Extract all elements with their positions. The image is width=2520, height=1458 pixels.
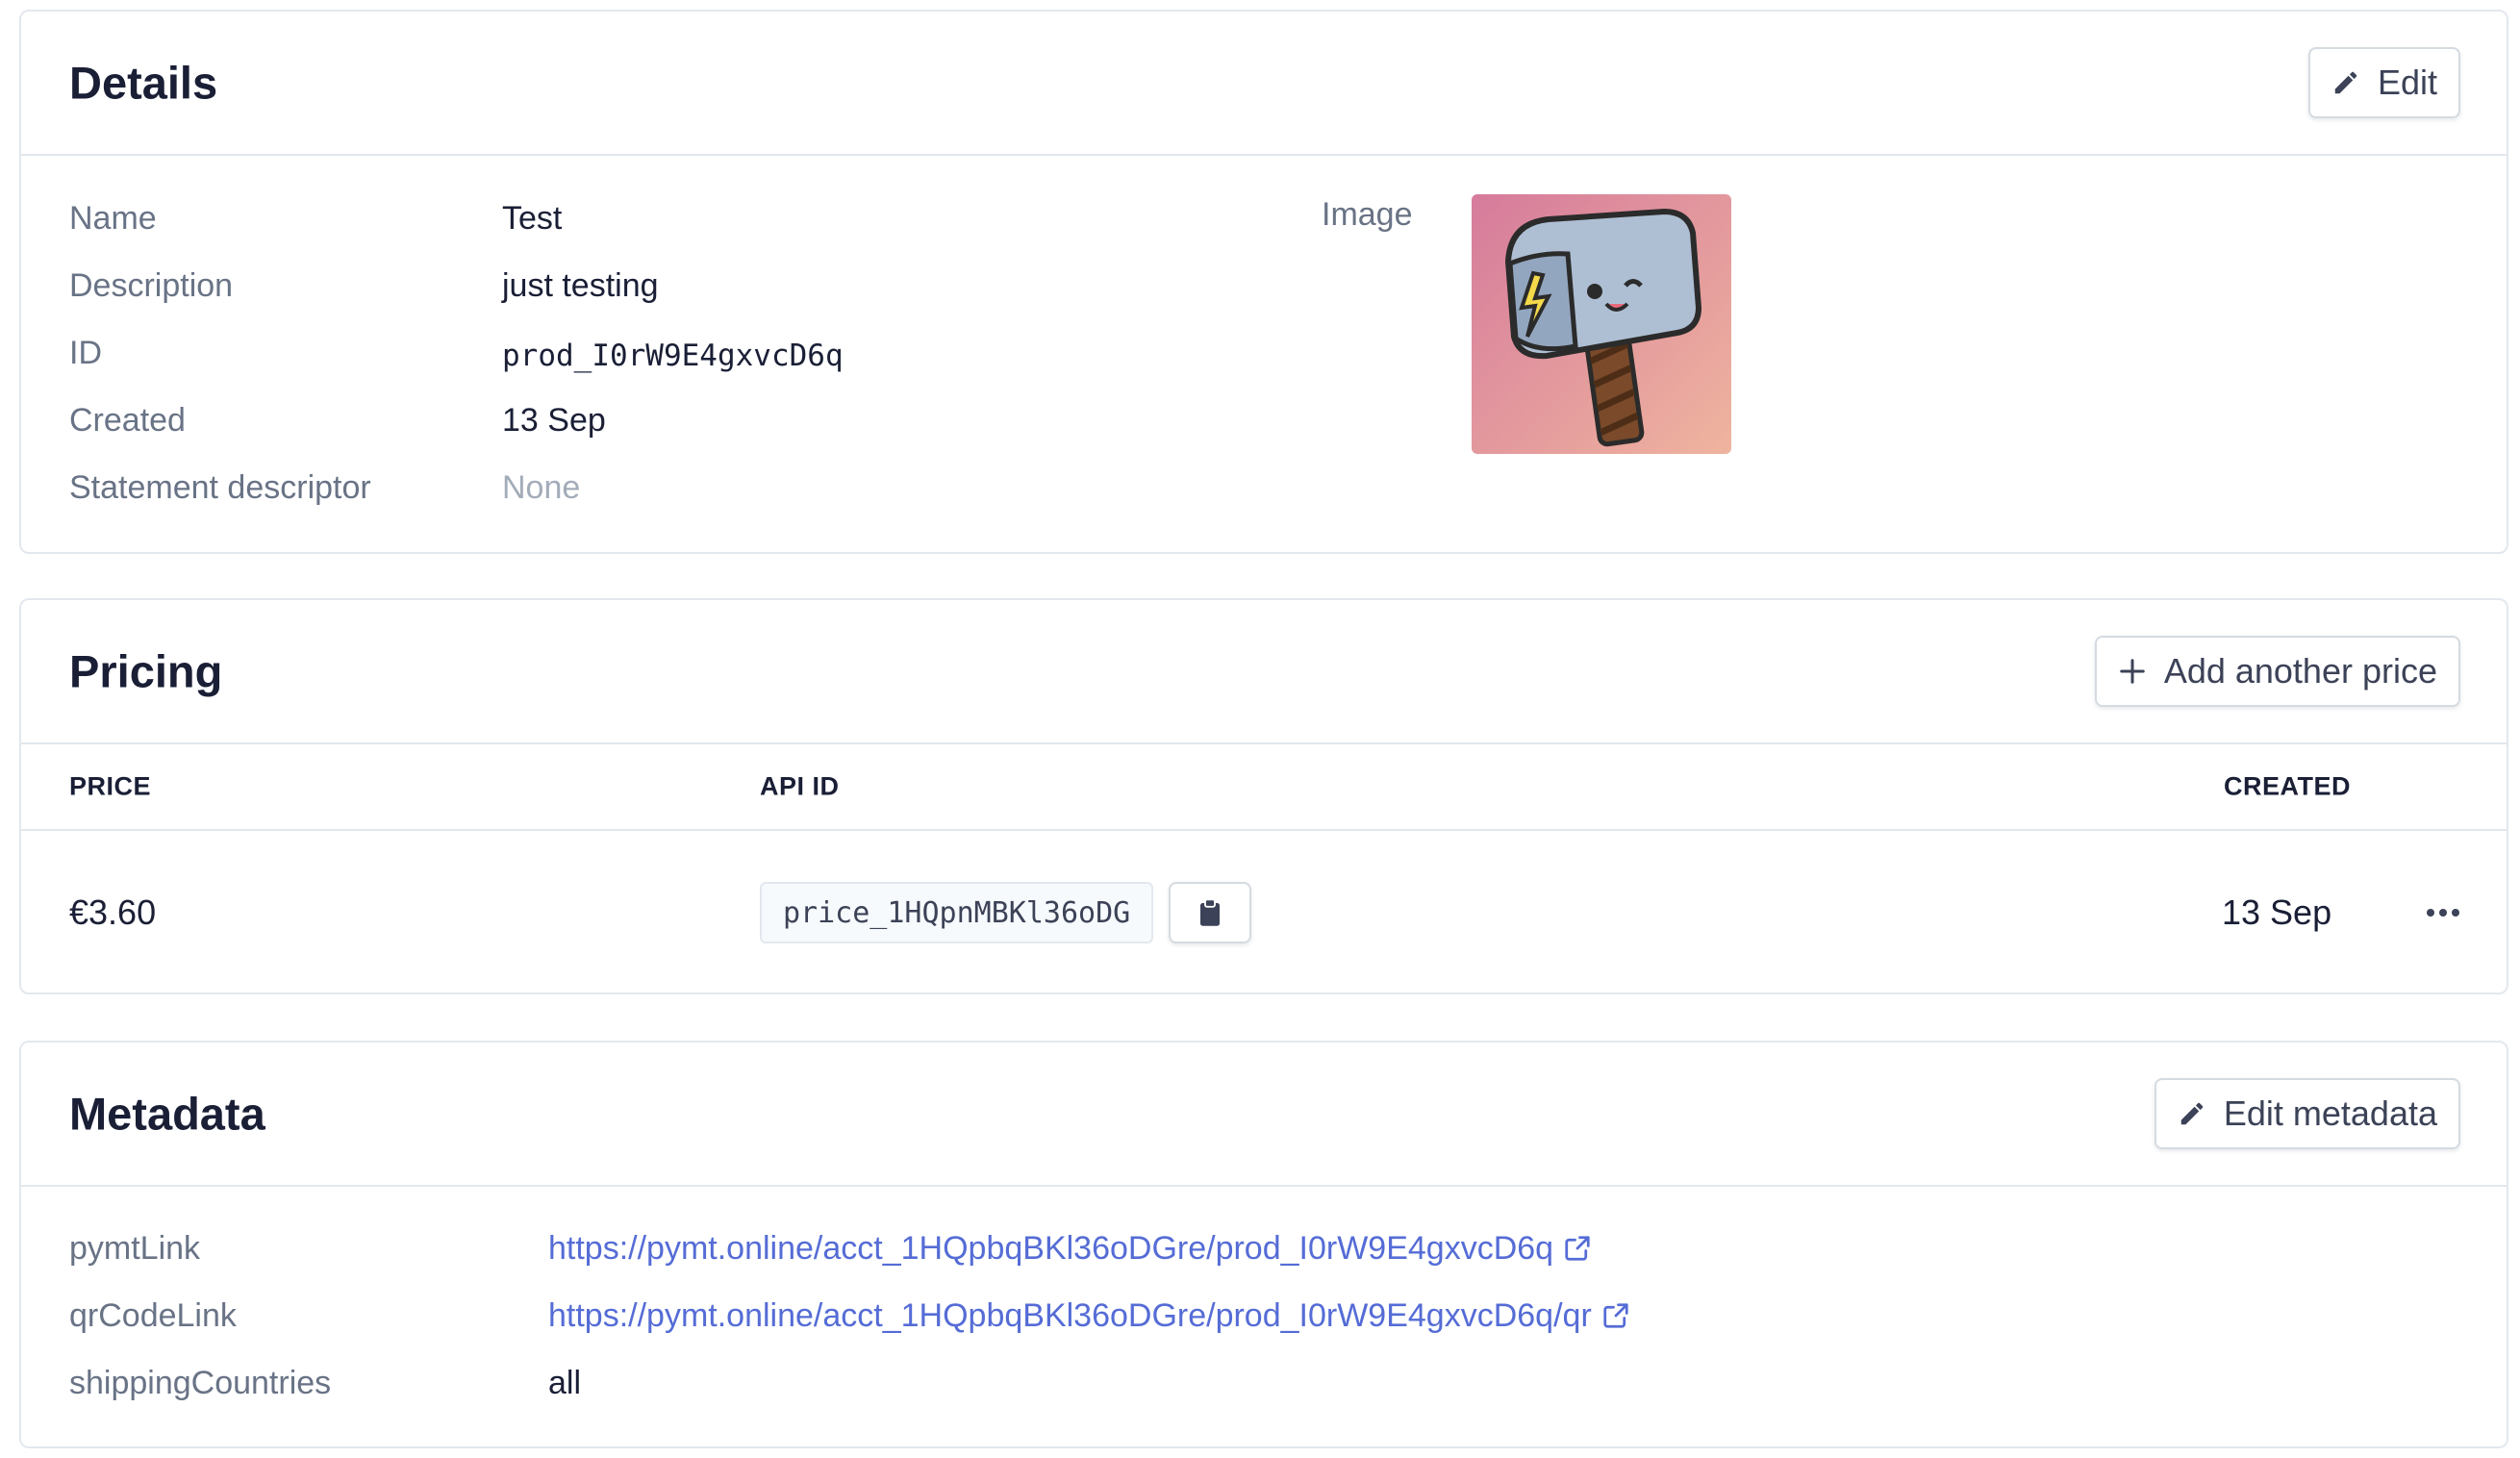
pricing-table-header: PRICE API ID CREATED [21,744,2507,831]
metadata-card: Metadata Edit metadata pymtLink https://… [19,1041,2508,1448]
edit-button-label: Edit [2377,63,2437,102]
id-value: prod_I0rW9E4gxvcD6q [502,339,844,373]
details-title: Details [69,57,218,109]
column-created: CREATED [2224,771,2352,801]
image-label: Image [1322,196,1413,233]
external-link-icon [1603,1303,1628,1328]
pymtlink-link[interactable]: https://pymt.online/acct_1HQpbqBKl36oDGr… [548,1230,1553,1268]
metadata-row-pymtlink: pymtLink https://pymt.online/acct_1HQpbq… [21,1219,2507,1277]
add-another-price-button[interactable]: Add another price [2094,636,2460,707]
metadata-value: all [548,1364,582,1401]
more-actions-icon[interactable] [2405,889,2482,937]
add-another-price-label: Add another price [2163,651,2437,691]
metadata-row-qrcodelink: qrCodeLink https://pymt.online/acct_1HQp… [21,1287,2507,1345]
edit-metadata-label: Edit metadata [2223,1094,2437,1133]
statement-descriptor-label: Statement descriptor [69,469,371,506]
table-row[interactable]: €3.60 price_1HQpnMBKl36oDG 13 Sep [21,833,2507,993]
pencil-icon [2180,1102,2204,1125]
column-price: PRICE [69,771,152,801]
hammer-mascot-image [1472,194,1731,454]
copy-api-id-button[interactable] [1169,882,1251,943]
metadata-header: Metadata Edit metadata [21,1043,2507,1187]
details-card: Details Edit Name Test Description just … [19,10,2508,554]
metadata-title: Metadata [69,1088,265,1140]
clipboard-icon [1200,898,1220,926]
qrcodelink-link[interactable]: https://pymt.online/acct_1HQpbqBKl36oDGr… [548,1297,1592,1335]
id-label: ID [69,335,102,371]
description-value: just testing [502,267,659,304]
edit-button[interactable]: Edit [2307,47,2460,118]
description-label: Description [69,267,234,304]
column-api-id: API ID [760,771,840,801]
price-value: €3.60 [69,892,157,932]
pencil-icon [2334,71,2357,94]
statement-descriptor-value: None [502,469,581,506]
created-date: 13 Sep [2222,892,2332,932]
product-image[interactable] [1472,194,1731,454]
api-id-value[interactable]: price_1HQpnMBKl36oDG [760,882,1154,943]
metadata-row-shippingcountries: shippingCountries all [21,1354,2507,1412]
details-header: Details Edit [21,12,2507,156]
plus-icon [2120,659,2145,684]
pricing-title: Pricing [69,645,223,697]
created-label: Created [69,402,186,439]
edit-metadata-button[interactable]: Edit metadata [2154,1078,2460,1149]
pricing-header: Pricing Add another price [21,600,2507,744]
metadata-value: https://pymt.online/acct_1HQpbqBKl36oDGr… [548,1230,1592,1268]
created-value: 13 Sep [502,402,606,439]
metadata-key: shippingCountries [69,1364,332,1401]
name-label: Name [69,200,157,237]
name-value: Test [502,200,563,237]
metadata-key: qrCodeLink [69,1296,237,1334]
pricing-card: Pricing Add another price PRICE API ID C… [19,598,2508,994]
metadata-key: pymtLink [69,1229,201,1267]
external-link-icon [1565,1236,1590,1261]
metadata-value: https://pymt.online/acct_1HQpbqBKl36oDGr… [548,1297,1630,1335]
